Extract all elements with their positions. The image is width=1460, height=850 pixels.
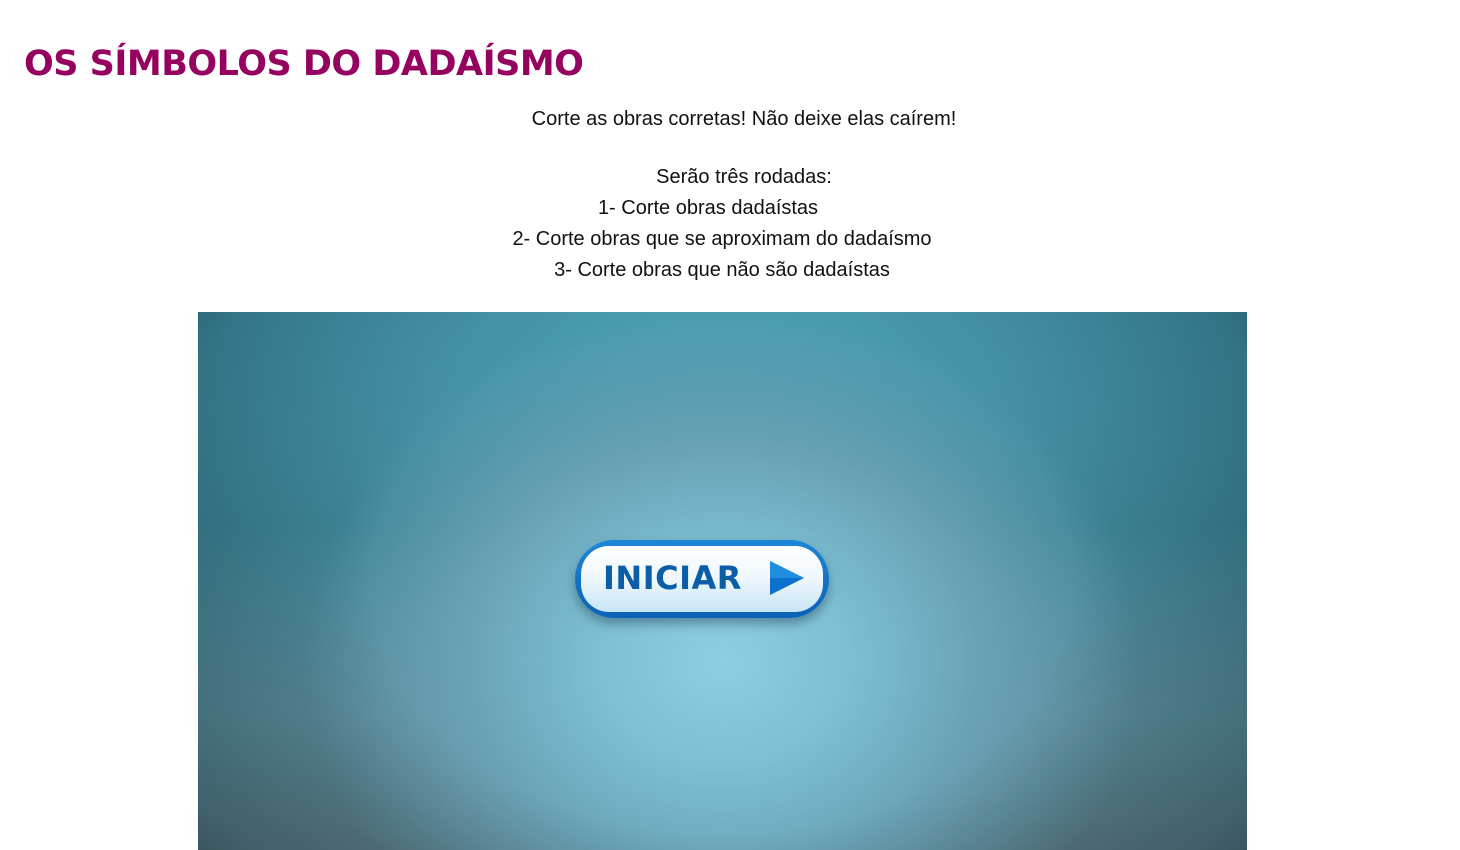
round-item: 2- Corte obras que se aproximam do dadaí… [512, 228, 932, 250]
start-button[interactable]: INICIAR [575, 540, 829, 618]
rounds-heading: Serão três rodadas: [656, 166, 832, 188]
game-canvas[interactable]: INICIAR [198, 312, 1247, 850]
start-button-label: INICIAR [603, 559, 742, 597]
instructions-intro: Corte as obras corretas! Não deixe elas … [531, 108, 957, 130]
play-icon [770, 561, 804, 595]
page-title: OS SÍMBOLOS DO DADAÍSMO [24, 44, 584, 84]
instructions: Corte as obras corretas! Não deixe elas … [0, 104, 1460, 286]
round-item: 3- Corte obras que não são dadaístas [554, 259, 890, 281]
round-item: 1- Corte obras dadaístas [597, 197, 819, 219]
page: OS SÍMBOLOS DO DADAÍSMO Corte as obras c… [0, 0, 1460, 850]
